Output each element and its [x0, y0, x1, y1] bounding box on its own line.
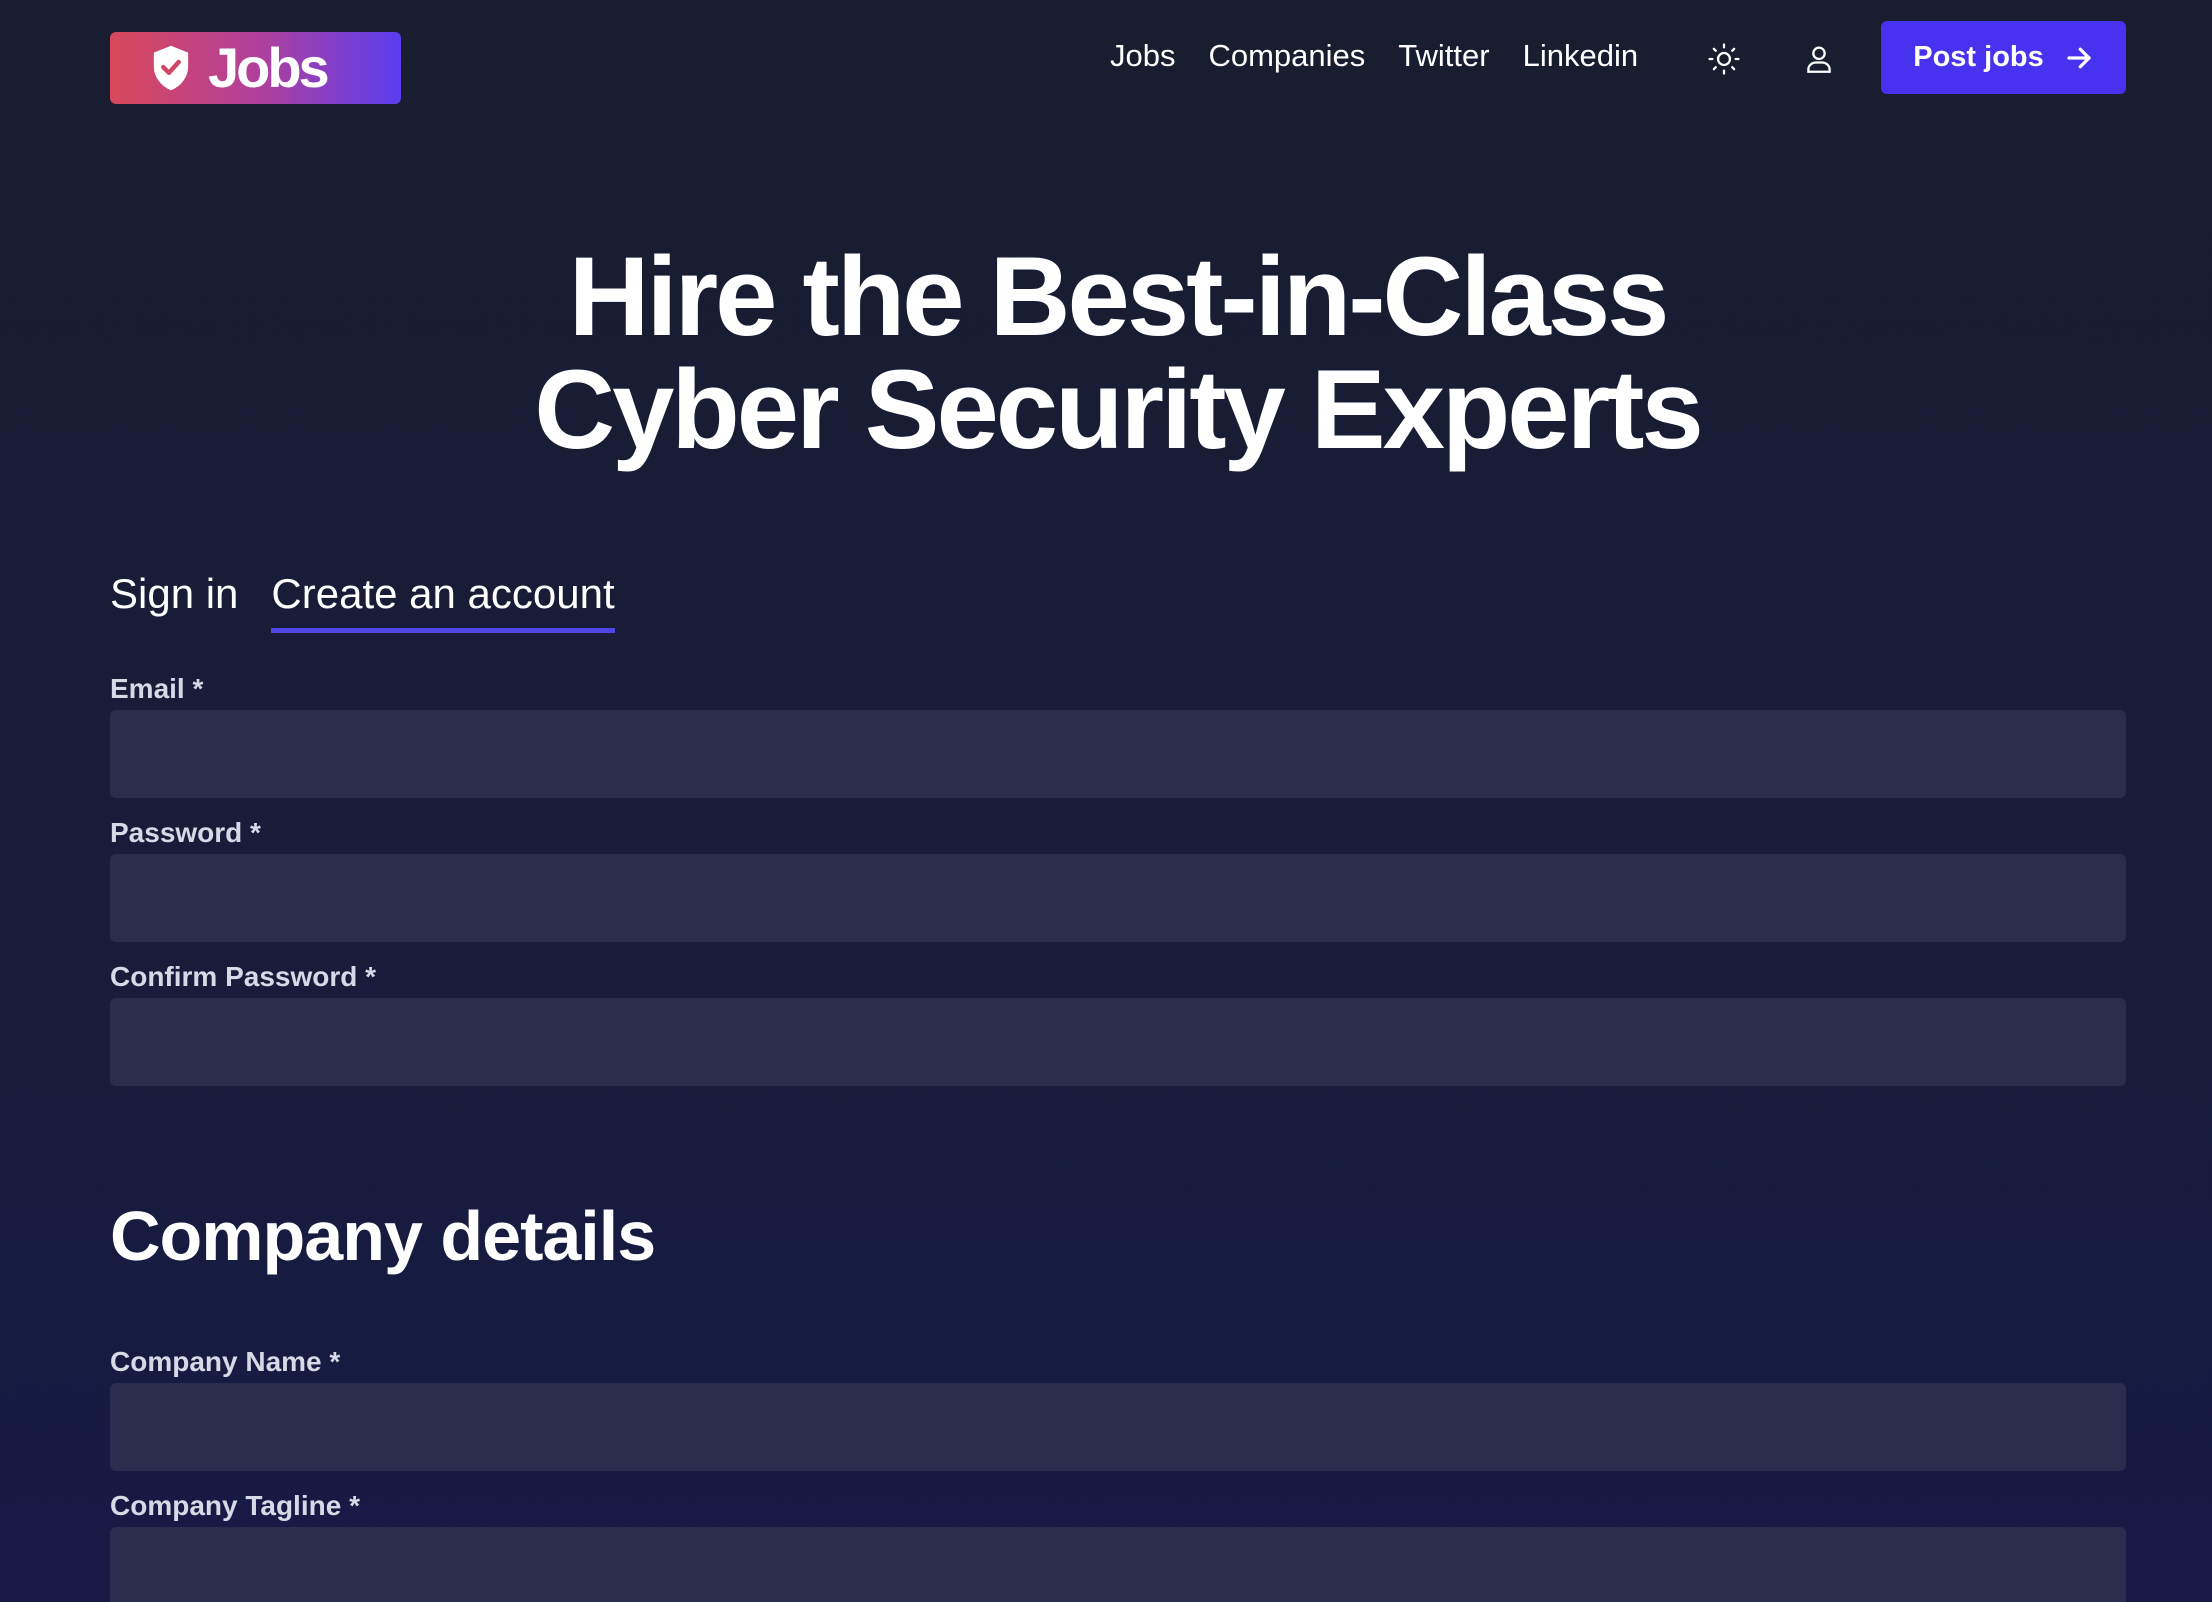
hero-title-line-1: Hire the Best-in-Class	[568, 234, 1670, 359]
post-jobs-label: Post jobs	[1913, 41, 2044, 73]
shield-check-icon	[153, 45, 189, 91]
nav-item-companies[interactable]: Companies	[1208, 36, 1365, 76]
nav-item-twitter[interactable]: Twitter	[1398, 36, 1489, 76]
sun-icon	[1708, 43, 1740, 75]
password-label: Password *	[110, 817, 261, 848]
site-header: Jobs Jobs Companies Twitter Linkedin Pos…	[0, 0, 2212, 116]
confirm-password-field[interactable]	[110, 998, 2126, 1086]
post-jobs-button[interactable]: Post jobs	[1881, 21, 2126, 94]
company-name-label: Company Name *	[110, 1346, 341, 1377]
company-details-title: Company details	[110, 1197, 656, 1275]
logo-link[interactable]: Jobs	[110, 32, 401, 104]
company-tagline-field[interactable]	[110, 1527, 2126, 1602]
email-label: Email *	[110, 673, 204, 704]
hero-title-line-2: Cyber Security Experts	[534, 347, 1704, 472]
theme-toggle-button[interactable]	[1702, 37, 1746, 81]
email-field[interactable]	[110, 710, 2126, 798]
account-button[interactable]	[1797, 37, 1841, 81]
tab-sign-in[interactable]: Sign in	[110, 570, 238, 633]
confirm-password-label: Confirm Password *	[110, 961, 377, 992]
nav-item-linkedin[interactable]: Linkedin	[1523, 36, 1638, 76]
brand-name: Jobs	[208, 36, 330, 99]
nav-item-jobs[interactable]: Jobs	[1110, 36, 1175, 76]
company-tagline-label: Company Tagline *	[110, 1490, 360, 1521]
password-field[interactable]	[110, 854, 2126, 942]
arrow-right-icon	[2067, 47, 2091, 68]
hero-title: Hire the Best-in-Class Cyber Security Ex…	[0, 240, 2212, 466]
company-name-field[interactable]	[110, 1383, 2126, 1471]
user-icon	[1807, 46, 1831, 73]
auth-tabs: Sign in Create an account	[110, 570, 615, 633]
tab-create-account[interactable]: Create an account	[271, 570, 615, 633]
main-nav: Jobs Companies Twitter Linkedin	[1110, 36, 1638, 76]
